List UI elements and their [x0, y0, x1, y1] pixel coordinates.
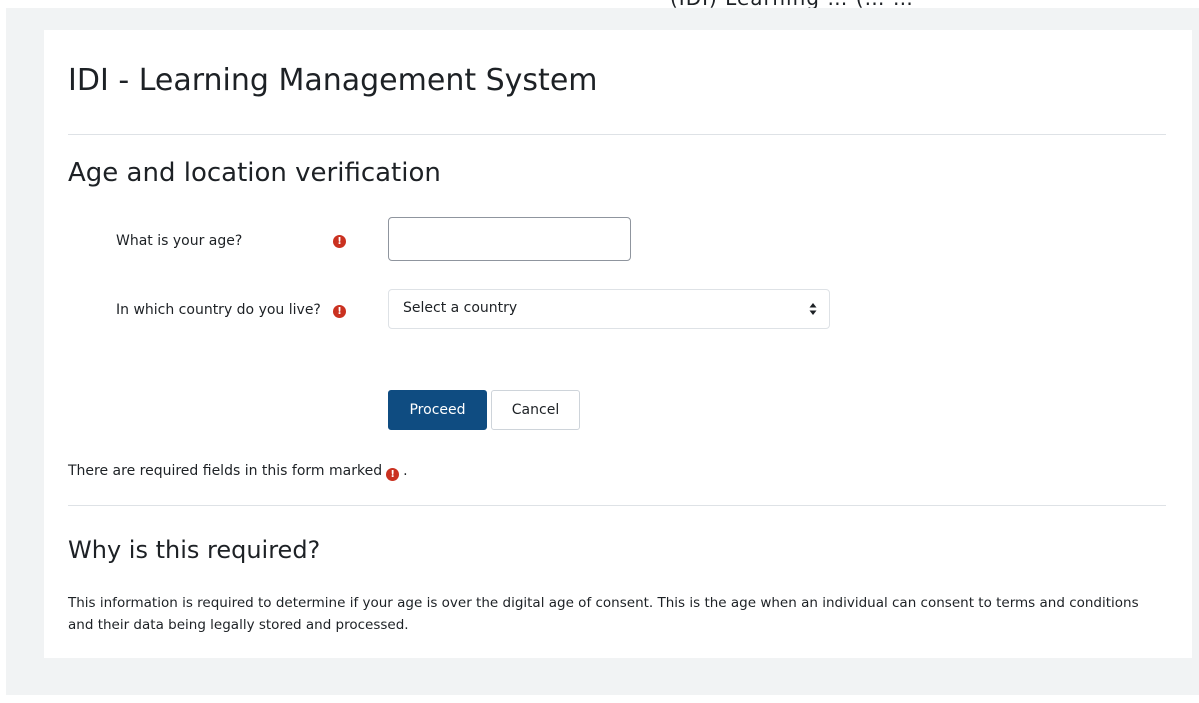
browser-top-strip: (IDI) Learning … (… …: [0, 0, 1199, 8]
country-label: In which country do you live?: [116, 302, 321, 318]
why-heading: Why is this required?: [68, 536, 321, 564]
form-heading: Age and location verification: [68, 158, 441, 188]
country-select[interactable]: Select a country: [388, 289, 830, 329]
why-description: This information is required to determin…: [68, 595, 1139, 633]
sort-arrows-icon: [809, 303, 817, 315]
truncated-header-text: (IDI) Learning … (… …: [670, 0, 914, 8]
exclamation-circle-icon: !: [333, 305, 346, 318]
age-label: What is your age?: [116, 233, 243, 249]
exclamation-circle-icon: !: [386, 468, 400, 481]
age-input[interactable]: [388, 217, 631, 261]
cancel-button[interactable]: Cancel: [491, 390, 580, 430]
proceed-button[interactable]: Proceed: [388, 390, 487, 430]
required-fields-note: There are required fields in this form m…: [68, 463, 408, 481]
main-card: IDI - Learning Management System Age and…: [44, 30, 1192, 658]
required-note-period: .: [403, 463, 408, 479]
site-title: IDI - Learning Management System: [68, 63, 598, 98]
section-divider: [68, 505, 1166, 506]
country-select-value: Select a country: [403, 300, 518, 316]
required-note-text: There are required fields in this form m…: [68, 463, 383, 479]
exclamation-circle-icon: !: [333, 235, 346, 248]
title-divider: [68, 134, 1166, 135]
